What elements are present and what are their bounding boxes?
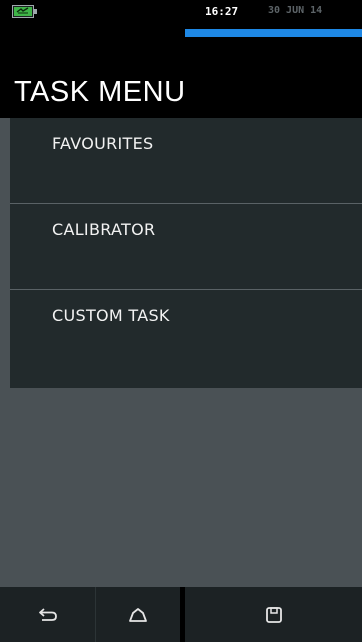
status-time: 16:27 xyxy=(205,5,239,18)
home-icon xyxy=(129,607,147,622)
menu-item-favourites[interactable]: FAVOURITES xyxy=(10,118,362,204)
battery-charging-icon xyxy=(12,5,37,18)
save-button[interactable] xyxy=(185,587,362,642)
save-icon xyxy=(265,606,282,623)
menu-item-calibrator[interactable]: CALIBRATOR xyxy=(10,204,362,290)
status-bar: 16:27 30 JUN 14 xyxy=(0,0,362,40)
home-button[interactable] xyxy=(96,587,180,642)
menu-item-label: FAVOURITES xyxy=(52,134,154,153)
nav-bar xyxy=(0,587,362,642)
page-title: TASK MENU xyxy=(14,76,186,108)
back-arrow-icon xyxy=(38,607,57,621)
menu-item-label: CALIBRATOR xyxy=(52,220,156,239)
title-bar: TASK MENU xyxy=(0,40,362,118)
status-date: 30 JUN 14 xyxy=(268,5,323,16)
menu-item-custom-task[interactable]: CUSTOM TASK xyxy=(10,290,362,388)
back-button[interactable] xyxy=(0,587,95,642)
task-menu-list: FAVOURITES CALIBRATOR CUSTOM TASK xyxy=(10,118,362,388)
progress-bar xyxy=(185,29,362,37)
menu-item-label: CUSTOM TASK xyxy=(52,306,170,325)
